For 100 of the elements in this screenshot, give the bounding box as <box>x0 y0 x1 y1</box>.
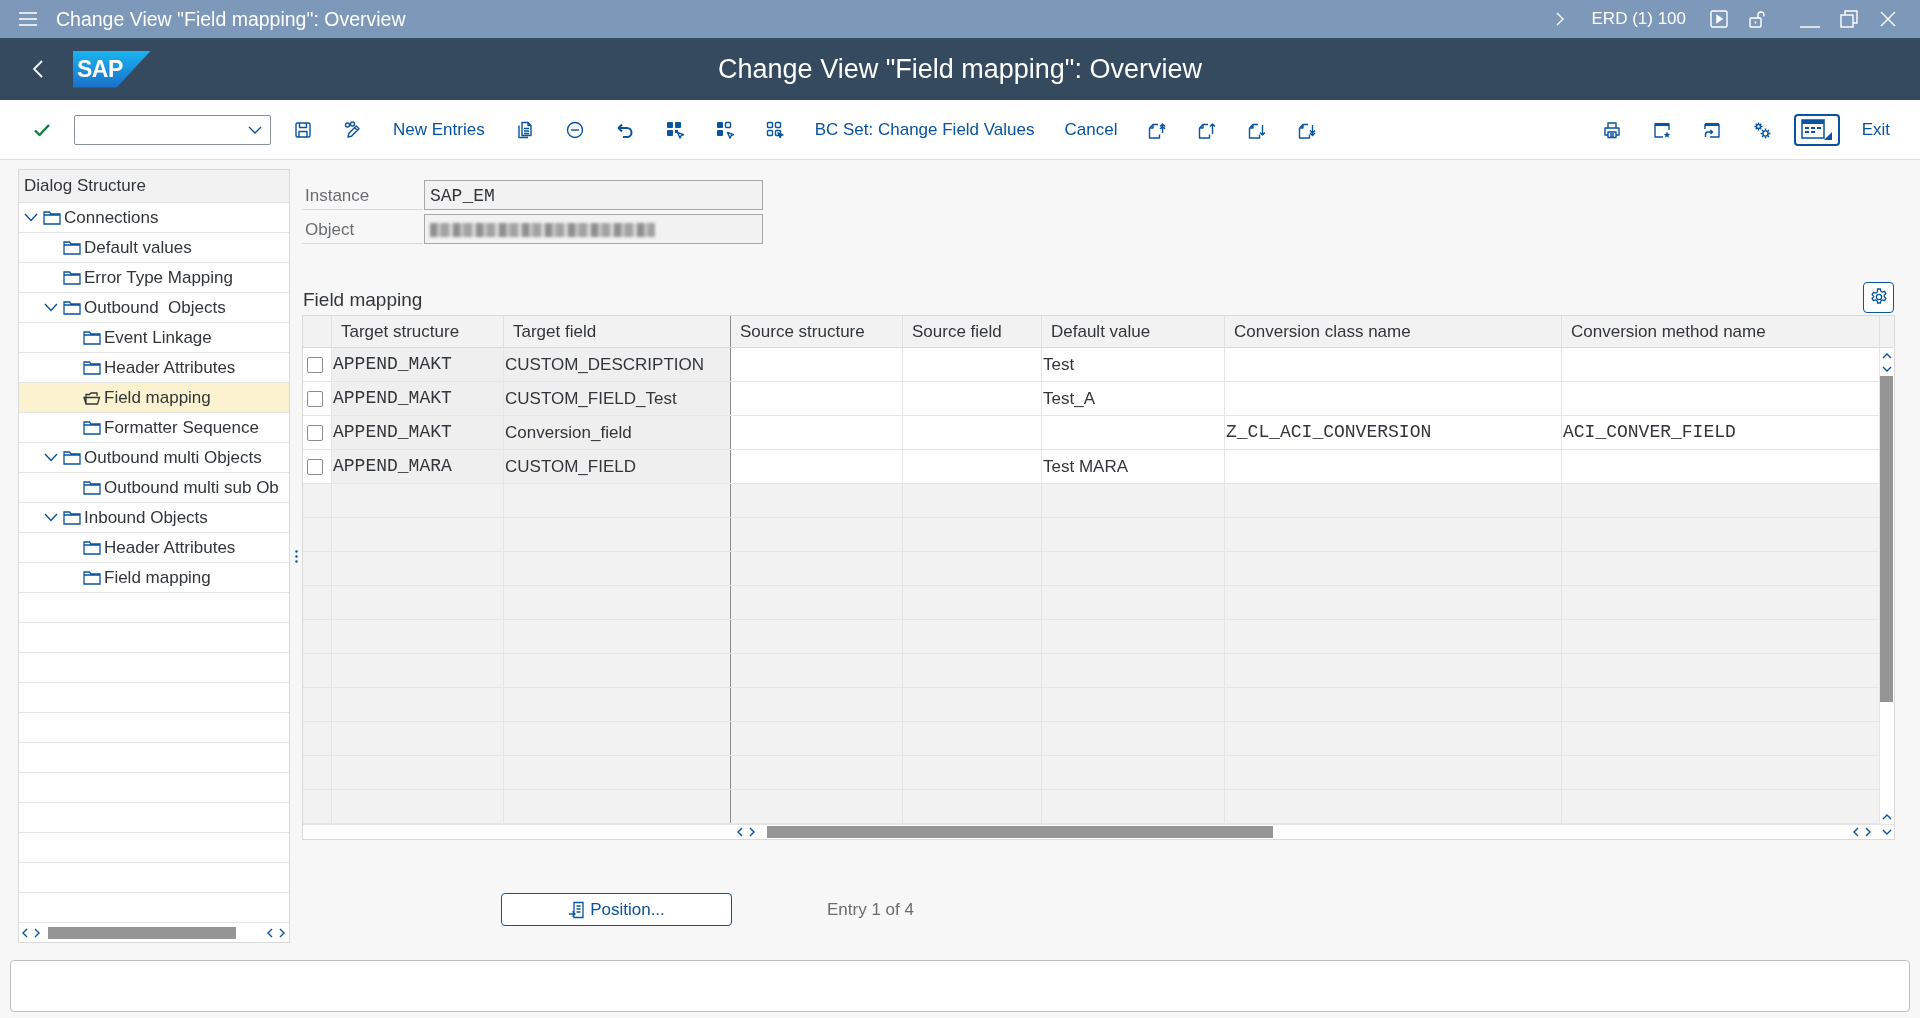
folder-icon <box>83 570 101 585</box>
system-info: ERD (1) 100 <box>1591 9 1686 29</box>
window-layout-icon <box>1800 118 1833 141</box>
table-settings-button[interactable] <box>1863 281 1894 313</box>
save-icon <box>293 119 313 140</box>
half-grid-cursor-icon <box>714 119 735 140</box>
tree-item[interactable]: Connections <box>19 203 289 233</box>
scrollbar-thumb[interactable] <box>767 826 1273 838</box>
layout-button[interactable] <box>1793 113 1840 146</box>
tree-item[interactable]: Inbound Objects <box>19 503 289 533</box>
command-field[interactable] <box>74 114 271 145</box>
bc-set-button[interactable]: BC Set: Change Field Values <box>806 111 1043 148</box>
folder-icon <box>63 240 81 255</box>
folder-icon <box>83 420 101 435</box>
close-icon[interactable] <box>1880 11 1896 27</box>
tree-item[interactable]: Formatter Sequence <box>19 413 289 443</box>
restore-icon[interactable] <box>1840 10 1858 28</box>
tree-item[interactable]: Outbound multi sub Ob <box>19 473 289 503</box>
grid-cursor-icon <box>664 119 685 140</box>
row-checkbox[interactable] <box>307 458 323 475</box>
folder-icon <box>63 450 81 465</box>
exit-button[interactable]: Exit <box>1853 111 1898 148</box>
input-field[interactable]: Test_A <box>1042 382 1225 415</box>
column-header[interactable]: Default value <box>1042 316 1225 347</box>
lock-icon[interactable] <box>1748 10 1766 28</box>
page-title: Change View "Field mapping": Overview <box>718 53 1202 85</box>
input-field[interactable]: Test <box>1042 348 1225 381</box>
minus-circle-icon <box>564 119 585 140</box>
cancel-button[interactable]: Cancel <box>1056 111 1126 148</box>
grip-icon[interactable] <box>294 549 298 563</box>
new-entries-button[interactable]: New Entries <box>385 111 493 148</box>
row-checkbox[interactable] <box>307 390 323 407</box>
panel-title: Dialog Structure <box>19 170 289 203</box>
scrollbar-thumb[interactable] <box>48 926 236 939</box>
folder-icon <box>63 510 81 525</box>
chevron-right-icon[interactable] <box>749 827 755 837</box>
chevron-down-icon[interactable] <box>44 303 58 312</box>
table-cell: CUSTOM_FIELD <box>504 450 731 483</box>
folder-icon <box>63 270 81 285</box>
play-box-icon[interactable] <box>1710 10 1728 28</box>
chevron-up-icon[interactable] <box>1881 814 1892 820</box>
chevron-left-icon[interactable] <box>737 827 743 837</box>
row-checkbox[interactable] <box>307 424 323 441</box>
chevron-down-icon[interactable] <box>1882 829 1892 835</box>
pencil-glasses-icon <box>343 119 363 140</box>
folder-icon <box>83 540 101 555</box>
tree-item[interactable]: Outbound multi Objects <box>19 443 289 473</box>
input-field[interactable]: ACI_CONVER_FIELD <box>1562 416 1880 449</box>
table-cell: APPEND_MARA <box>332 450 504 483</box>
logo: SAP <box>73 50 151 88</box>
column-header[interactable]: Source structure <box>731 316 903 347</box>
tree-item[interactable]: Event Linkage <box>19 323 289 353</box>
entry-counter: Entry 1 of 4 <box>827 899 914 920</box>
chevron-left-icon[interactable] <box>267 927 273 938</box>
table-cell: APPEND_MAKT <box>332 416 504 449</box>
chevron-down-icon[interactable] <box>44 513 58 522</box>
position-button[interactable]: Position... <box>501 893 732 926</box>
table-cell: APPEND_MAKT <box>332 382 504 415</box>
column-header[interactable]: Target structure <box>332 316 504 347</box>
folder-icon <box>83 330 101 345</box>
tree-item[interactable]: Outbound Objects <box>19 293 289 323</box>
field-label: Object <box>302 214 423 244</box>
column-header[interactable]: Source field <box>903 316 1042 347</box>
folder-icon <box>43 210 61 225</box>
field-label: Instance <box>302 180 423 210</box>
tree-item[interactable]: Field mapping <box>19 383 289 413</box>
folder-icon <box>63 300 81 315</box>
input-field: SAP_EM <box>424 180 763 210</box>
section-title: Field mapping <box>303 289 423 311</box>
chevron-down-icon[interactable] <box>44 453 58 462</box>
chevron-right-icon[interactable] <box>279 927 285 938</box>
tree-item[interactable]: Header Attributes <box>19 533 289 563</box>
open-folder-icon <box>83 390 101 405</box>
grid-outline-cursor-icon <box>764 119 785 140</box>
chevron-left-icon[interactable] <box>22 927 28 938</box>
settings-icon <box>1868 287 1889 307</box>
chevron-up-icon[interactable] <box>1881 353 1892 359</box>
column-header[interactable]: Conversion class name <box>1225 316 1562 347</box>
table-cell: CUSTOM_FIELD_Test <box>504 382 731 415</box>
chevron-right-icon[interactable] <box>34 927 40 938</box>
window-title: Change View "Field mapping": Overview <box>56 7 406 31</box>
folder-icon <box>83 480 101 495</box>
scrollbar-thumb[interactable] <box>1880 376 1893 702</box>
chevron-down-icon[interactable] <box>1881 366 1892 372</box>
tree-item[interactable]: Error Type Mapping <box>19 263 289 293</box>
chevron-left-icon[interactable] <box>1853 827 1859 837</box>
table-cell: CUSTOM_DESCRIPTION <box>504 348 731 381</box>
folder-icon <box>83 360 101 375</box>
chevron-right-icon[interactable] <box>1865 827 1871 837</box>
input-field[interactable]: Test MARA <box>1042 450 1225 483</box>
chevron-down-icon[interactable] <box>24 213 38 222</box>
row-checkbox[interactable] <box>307 356 323 373</box>
tree-item[interactable]: Default values <box>19 233 289 263</box>
chevron-down-icon <box>248 125 262 134</box>
document-arrow-icon <box>568 900 587 919</box>
back-icon[interactable] <box>33 60 43 78</box>
tree-item[interactable]: Field mapping <box>19 563 289 593</box>
input-field[interactable]: Z_CL_ACI_CONVERSION <box>1225 416 1562 449</box>
column-header[interactable]: Target field <box>504 316 731 347</box>
column-header[interactable]: Conversion method name <box>1562 316 1880 347</box>
